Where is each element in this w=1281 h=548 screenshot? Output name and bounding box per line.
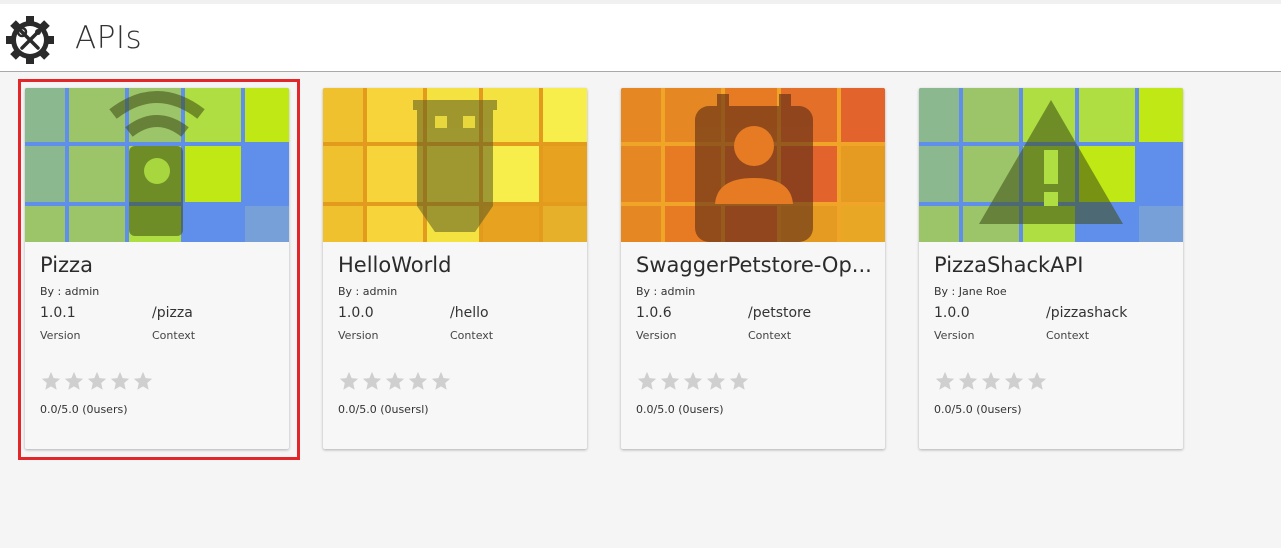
api-version-label: Version (636, 329, 677, 342)
rating-text: 0.0/5.0 (0users) (934, 403, 1022, 416)
api-author: By : admin (636, 285, 696, 298)
api-name[interactable]: HelloWorld (338, 253, 574, 277)
api-version-value: 1.0.1 (40, 305, 76, 321)
star-icon[interactable] (957, 370, 979, 392)
star-icon[interactable] (430, 370, 452, 392)
api-version-value: 1.0.0 (338, 305, 374, 321)
rating-text: 0.0/5.0 (0users) (40, 403, 128, 416)
star-icon[interactable] (980, 370, 1002, 392)
star-icon[interactable] (132, 370, 154, 392)
rating-text: 0.0/5.0 (0users) (636, 403, 724, 416)
api-name[interactable]: Pizza (40, 253, 276, 277)
api-version-label: Version (934, 329, 975, 342)
star-icon[interactable] (109, 370, 131, 392)
star-icon[interactable] (361, 370, 383, 392)
api-card-swaggerpetstore[interactable]: SwaggerPetstore-Op... By : admin 1.0.6 /… (621, 88, 885, 449)
api-thumbnail[interactable] (919, 88, 1183, 242)
api-card-helloworld[interactable]: HelloWorld By : admin 1.0.0 /hello Versi… (323, 88, 587, 449)
api-context-value: /hello (450, 305, 489, 321)
rating-stars[interactable] (636, 370, 750, 392)
api-author: By : admin (338, 285, 398, 298)
rating-text: 0.0/5.0 (0usersl) (338, 403, 429, 416)
api-version-value: 1.0.0 (934, 305, 970, 321)
api-thumbnail[interactable] (25, 88, 289, 242)
api-thumbnail[interactable] (323, 88, 587, 242)
api-context-label: Context (152, 329, 196, 342)
rating-stars[interactable] (338, 370, 452, 392)
star-icon[interactable] (40, 370, 62, 392)
api-version-label: Version (338, 329, 379, 342)
star-icon[interactable] (1026, 370, 1048, 392)
api-version-value: 1.0.6 (636, 305, 672, 321)
rating-stars[interactable] (40, 370, 154, 392)
star-icon[interactable] (407, 370, 429, 392)
api-context-value: /petstore (748, 305, 812, 321)
star-icon[interactable] (1003, 370, 1025, 392)
star-icon[interactable] (682, 370, 704, 392)
api-context-label: Context (748, 329, 792, 342)
rating-stars[interactable] (934, 370, 1048, 392)
header-top-strip (0, 0, 1281, 4)
api-name[interactable]: PizzaShackAPI (934, 253, 1170, 277)
api-card-pizzashackapi[interactable]: PizzaShackAPI By : Jane Roe 1.0.0 /pizza… (919, 88, 1183, 449)
usb-icon (413, 100, 497, 232)
api-thumbnail[interactable] (621, 88, 885, 242)
api-context-value: /pizzashack (1046, 305, 1128, 321)
star-icon[interactable] (705, 370, 727, 392)
api-author: By : Jane Roe (934, 285, 1007, 298)
api-context-label: Context (450, 329, 494, 342)
page-header: APIs (0, 0, 1281, 72)
contact-card-icon (695, 94, 813, 242)
star-icon[interactable] (728, 370, 750, 392)
api-author: By : admin (40, 285, 100, 298)
star-icon[interactable] (384, 370, 406, 392)
api-name[interactable]: SwaggerPetstore-Op... (636, 253, 872, 277)
api-context-value: /pizza (152, 305, 193, 321)
api-context-label: Context (1046, 329, 1090, 342)
star-icon[interactable] (934, 370, 956, 392)
star-icon[interactable] (659, 370, 681, 392)
api-version-label: Version (40, 329, 81, 342)
api-card-pizza[interactable]: Pizza By : admin 1.0.1 /pizza Version Co… (25, 88, 289, 449)
gear-tools-icon[interactable] (5, 15, 55, 65)
page-title: APIs (75, 20, 143, 56)
star-icon[interactable] (63, 370, 85, 392)
star-icon[interactable] (636, 370, 658, 392)
star-icon[interactable] (86, 370, 108, 392)
star-icon[interactable] (338, 370, 360, 392)
